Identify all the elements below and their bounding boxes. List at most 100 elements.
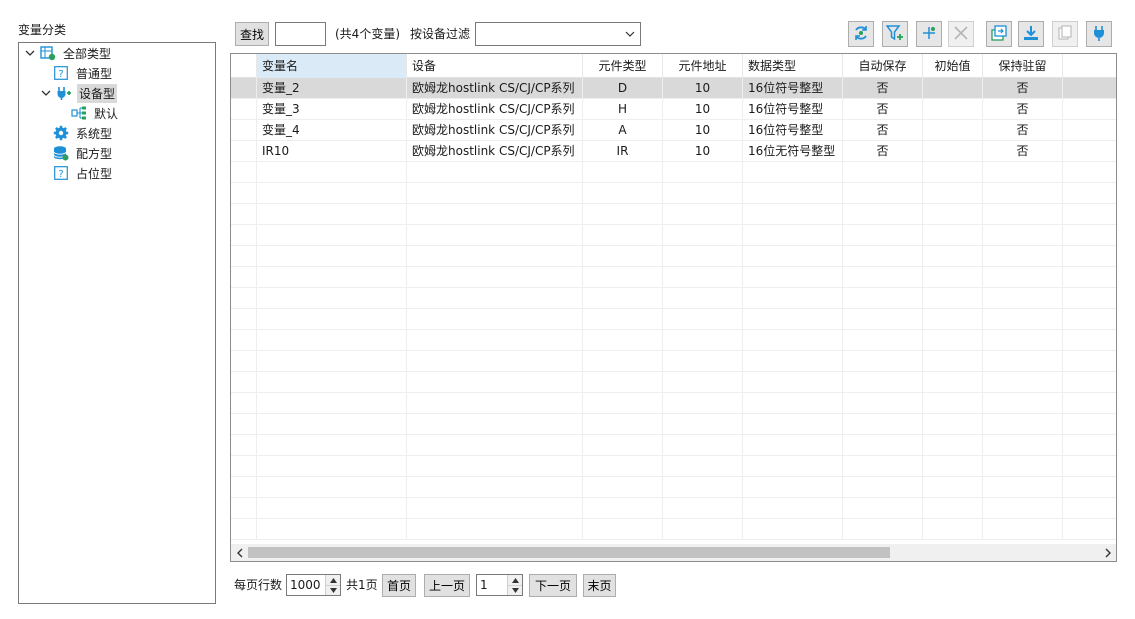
empty-row (231, 267, 1116, 288)
tree-item-system[interactable]: 系统型 (53, 123, 114, 143)
table-row[interactable]: IR10 欧姆龙hostlink CS/CJ/CP系列 IR 10 16位无符号整型否否 (231, 141, 1116, 162)
export-icon (990, 24, 1008, 45)
empty-cell (583, 393, 663, 414)
stepper-up-icon[interactable] (326, 575, 340, 585)
column-header-auto-save[interactable]: 自动保存 (843, 54, 923, 78)
chevron-down-icon[interactable] (40, 87, 52, 99)
tree-item-device[interactable]: 设备型 (40, 83, 118, 103)
empty-cell (983, 162, 1063, 183)
cell-initial-value (923, 120, 983, 141)
page-number-value: 1 (480, 578, 488, 592)
table-row[interactable]: 变量_3 欧姆龙hostlink CS/CJ/CP系列 H 10 16位符号整型否否 (231, 99, 1116, 120)
tree-item-label: 全部类型 (63, 46, 112, 61)
row-header[interactable] (231, 141, 257, 162)
table-row[interactable]: 变量_4 欧姆龙hostlink CS/CJ/CP系列 A 10 16位符号整型否否 (231, 120, 1116, 141)
empty-cell (983, 183, 1063, 204)
column-header-data-type[interactable]: 数据类型 (743, 54, 843, 78)
category-tree[interactable]: 全部类型 ? 普通型 设备型 默认 系统型 配方型 ? 占位型 (18, 42, 216, 604)
stepper-up-icon[interactable] (508, 575, 522, 585)
empty-cell (257, 372, 407, 393)
empty-cell (983, 393, 1063, 414)
cell-keep-resident: 否 (983, 99, 1063, 120)
empty-cell (843, 498, 923, 519)
empty-cell (583, 204, 663, 225)
empty-cell (843, 267, 923, 288)
delete-icon (952, 24, 970, 45)
column-header-initial-value[interactable]: 初始值 (923, 54, 983, 78)
empty-cell (231, 183, 257, 204)
tree-item-placeholder[interactable]: ? 占位型 (53, 163, 114, 183)
empty-cell (843, 456, 923, 477)
search-button[interactable]: 查找 (235, 22, 269, 46)
empty-cell (743, 162, 843, 183)
table-row[interactable]: 变量_2 欧姆龙hostlink CS/CJ/CP系列 D 10 16位符号整型否否 (231, 78, 1116, 99)
scroll-left-icon[interactable] (231, 544, 248, 561)
refresh-button[interactable] (848, 21, 874, 47)
empty-cell (583, 225, 663, 246)
column-header-keep-resident[interactable]: 保持驻留 (983, 54, 1063, 78)
scrollbar-thumb[interactable] (248, 547, 890, 558)
empty-cell (923, 477, 983, 498)
rows-per-page-stepper[interactable]: 1000 (286, 574, 341, 596)
empty-cell (663, 435, 743, 456)
column-header-device[interactable]: 设备 (407, 54, 583, 78)
row-header[interactable] (231, 120, 257, 141)
tree-item-all-types[interactable]: 全部类型 (24, 43, 113, 63)
cell-data-type: 16位符号整型 (743, 78, 843, 99)
empty-cell (923, 393, 983, 414)
tree-item-recipe[interactable]: 配方型 (53, 143, 114, 163)
first-page-button[interactable]: 首页 (382, 574, 416, 597)
horizontal-scrollbar[interactable] (231, 544, 1116, 561)
scroll-right-icon[interactable] (1099, 544, 1116, 561)
row-header-corner (231, 54, 257, 78)
stepper-down-icon[interactable] (508, 585, 522, 595)
column-header-element-address[interactable]: 元件地址 (663, 54, 743, 78)
empty-row (231, 393, 1116, 414)
last-page-button[interactable]: 末页 (583, 574, 616, 597)
empty-cell (983, 204, 1063, 225)
empty-cell (923, 498, 983, 519)
tree-item-normal[interactable]: ? 普通型 (53, 63, 114, 83)
cell-element-address: 10 (663, 120, 743, 141)
empty-cell (407, 372, 583, 393)
column-header-name[interactable]: 变量名 (257, 54, 407, 78)
page-number-stepper[interactable]: 1 (476, 574, 523, 596)
cell-data-type: 16位符号整型 (743, 99, 843, 120)
empty-cell (743, 435, 843, 456)
question-box-icon: ? (53, 65, 69, 81)
empty-cell (923, 414, 983, 435)
tree-item-label: 普通型 (76, 66, 113, 81)
device-filter-select[interactable] (475, 22, 641, 46)
download-button[interactable] (1018, 21, 1044, 47)
empty-cell (231, 246, 257, 267)
empty-cell (663, 414, 743, 435)
add-variable-button[interactable] (916, 21, 942, 47)
empty-cell (923, 456, 983, 477)
cell-name: 变量_3 (257, 99, 407, 120)
next-page-button[interactable]: 下一页 (529, 574, 577, 597)
tree-node-icon (71, 105, 87, 121)
row-header[interactable] (231, 99, 257, 120)
prev-page-button[interactable]: 上一页 (424, 574, 470, 597)
column-header-element-type[interactable]: 元件类型 (583, 54, 663, 78)
search-input[interactable] (275, 22, 326, 46)
connect-button[interactable] (1086, 21, 1112, 47)
filter-add-button[interactable] (882, 21, 908, 47)
export-button[interactable] (986, 21, 1012, 47)
chevron-down-icon[interactable] (24, 47, 36, 59)
copy-button[interactable] (1052, 21, 1078, 47)
empty-cell (583, 246, 663, 267)
variable-count: (共4个变量) (335, 27, 400, 41)
delete-button[interactable] (948, 21, 974, 47)
stepper-down-icon[interactable] (326, 585, 340, 595)
tree-item-default[interactable]: 默认 (71, 103, 120, 123)
cell-device: 欧姆龙hostlink CS/CJ/CP系列 (407, 141, 583, 162)
row-header[interactable] (231, 78, 257, 99)
variable-table[interactable]: 变量名 设备 元件类型 元件地址 数据类型 自动保存 初始值 保持驻留 变量_2… (230, 53, 1117, 562)
empty-cell (663, 204, 743, 225)
empty-cell (257, 498, 407, 519)
empty-cell (407, 183, 583, 204)
tree-item-label: 配方型 (76, 146, 113, 161)
empty-cell (583, 309, 663, 330)
empty-cell (663, 393, 743, 414)
